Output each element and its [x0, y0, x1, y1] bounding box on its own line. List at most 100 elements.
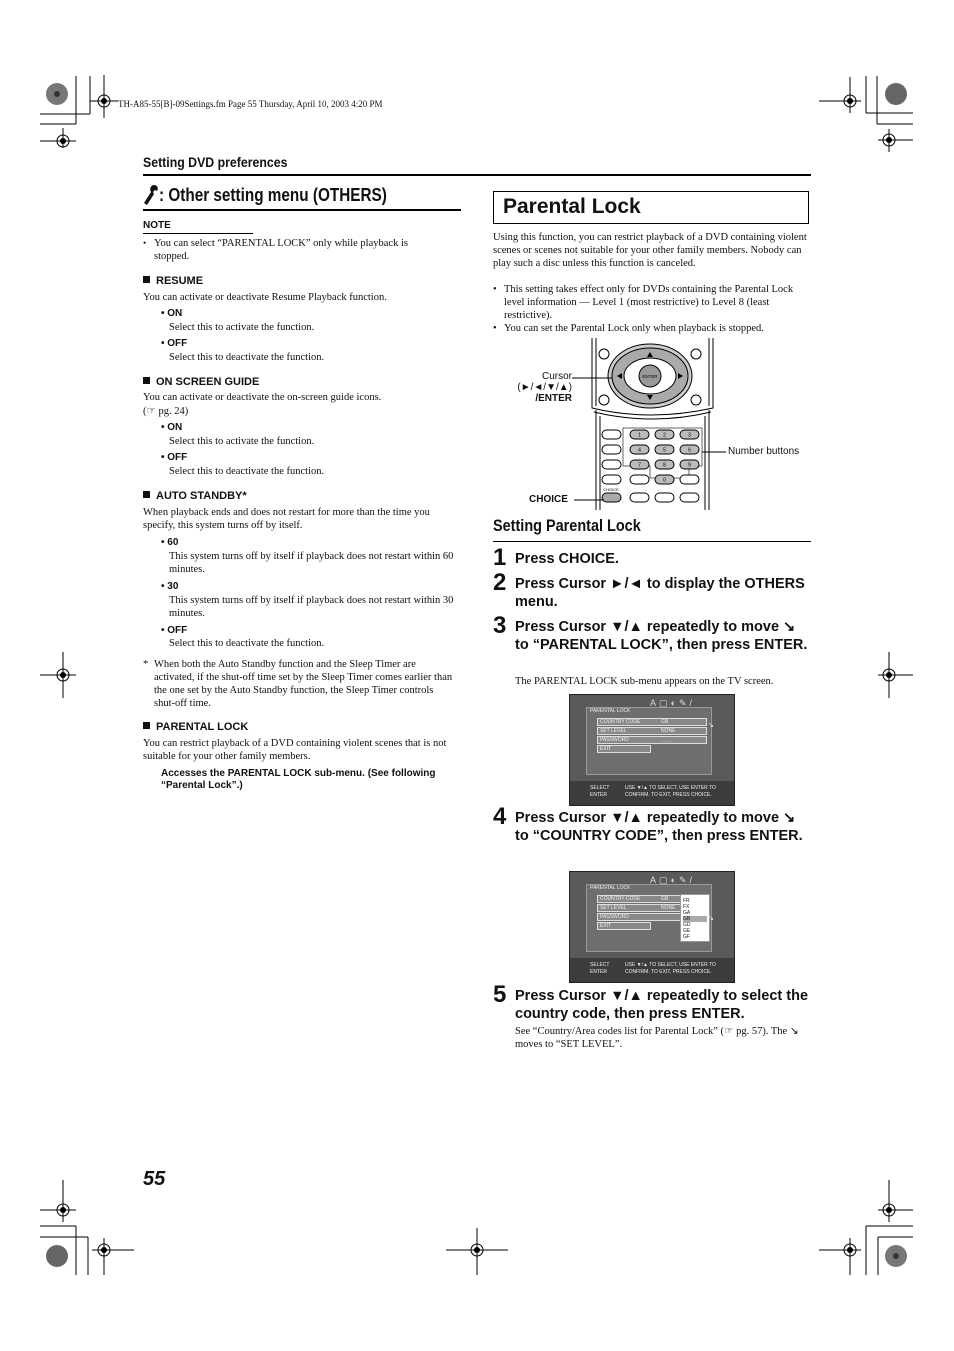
parental-lock-title-box: Parental Lock — [493, 191, 809, 224]
tv-row-exit: EXIT — [597, 745, 651, 753]
autostandby-option-30: • 30 — [161, 581, 179, 592]
choice-button-label: CHOICE — [603, 487, 619, 492]
number-button-label: 4 — [638, 448, 641, 454]
resume-option-off-desc: Select this to deactivate the function. — [169, 352, 325, 363]
step-number: 2 — [493, 569, 507, 596]
number-button-label: 3 — [688, 433, 691, 439]
resume-desc: You can activate or deactivate Resume Pl… — [143, 292, 387, 303]
number-buttons-label: Number buttons — [728, 446, 800, 457]
number-button-label: 9 — [688, 463, 691, 469]
parental-bullet: • You can set the Parental Lock only when… — [493, 323, 764, 334]
choice-leader-line — [574, 499, 604, 501]
parental-lock-action: Accesses the PARENTAL LOCK sub-menu. (Se… — [161, 768, 436, 791]
tv-row-exit: EXIT — [597, 922, 651, 930]
step-number: 5 — [493, 981, 507, 1008]
step-number: 3 — [493, 612, 507, 639]
others-heading: : Other setting menu (OTHERS) — [143, 184, 427, 206]
cursor-leader-line — [572, 377, 612, 379]
wrench-icon — [144, 185, 158, 205]
cursor-keys-text: (►/◄/▼/▲) — [517, 382, 572, 393]
enter-button-label: ENTER — [642, 374, 658, 379]
step-sub: The PARENTAL LOCK sub-menu appears on th… — [515, 676, 774, 687]
parental-lock-title: PARENTAL LOCK — [156, 721, 249, 733]
autostandby-desc: When playback ends and does not restart … — [143, 507, 430, 531]
parental-intro: Using this function, you can restrict pl… — [493, 232, 807, 269]
tv-menu-icons: A▢◐✎/ — [650, 698, 695, 708]
resume-option-on-desc: Select this to activate the function. — [169, 322, 315, 333]
step-text: Press Cursor ▼/▲ repeatedly to select th… — [515, 988, 809, 1022]
number-button-label: 6 — [688, 448, 691, 454]
autostandby-option-off-desc: Select this to deactivate the function. — [169, 638, 325, 649]
number-button-label: 7 — [638, 463, 641, 469]
parental-bullet-text: You can set the Parental Lock only when … — [504, 323, 764, 334]
resume-option-on: • ON — [161, 308, 183, 319]
osg-option-off-desc: Select this to deactivate the function. — [169, 466, 325, 477]
note-text: You can select “PARENTAL LOCK” only whil… — [154, 238, 408, 262]
section-header: Setting DVD preferences — [143, 154, 288, 170]
osg-option-on-desc: Select this to activate the function. — [169, 436, 315, 447]
number-button-label: 5 — [663, 448, 666, 454]
section-rule — [143, 174, 811, 176]
cursor-label: Cursor (►/◄/▼/▲) /ENTER — [510, 371, 572, 404]
note-rule — [143, 233, 253, 234]
footnote-text: When both the Auto Standby function and … — [154, 659, 453, 709]
step-number: 1 — [493, 544, 507, 571]
autostandby-option-30-desc: This system turns off by itself if playb… — [169, 595, 454, 619]
tv-footer-left: SELECT ENTER — [590, 785, 610, 798]
autostandby-option-60: • 60 — [161, 537, 179, 548]
autostandby-option-60-desc: This system turns off by itself if playb… — [169, 551, 454, 575]
parental-bullet-text: This setting takes effect only for DVDs … — [504, 284, 794, 321]
step-text: Press Cursor ▼/▲ repeatedly to move ↘ to… — [515, 619, 808, 653]
note-label: NOTE — [143, 220, 171, 231]
osg-title: ON SCREEN GUIDE — [156, 376, 260, 388]
tv-screen-parental-lock-menu: PARENTAL LOCK COUNTRY CODE GB SET LEVEL NO… — [569, 694, 735, 806]
number-leader-line — [702, 451, 726, 453]
setting-rule — [493, 541, 811, 542]
number-button-label: 2 — [663, 433, 666, 439]
osg-heading: ON SCREEN GUIDE — [143, 376, 259, 388]
others-title: : Other setting menu (OTHERS) — [159, 184, 387, 205]
pointer-icon: ↘ — [708, 915, 714, 922]
tv-menu-title: PARENTAL LOCK — [590, 708, 631, 714]
tv-menu-title: PARENTAL LOCK — [590, 885, 631, 891]
setting-parental-lock-heading: Setting Parental Lock — [493, 516, 667, 536]
tv-footer-message: USE ▼/▲ TO SELECT, USE ENTER TO CONFIRM.… — [625, 962, 716, 975]
number-button-label: 0 — [663, 478, 666, 484]
autostandby-option-off: • OFF — [161, 625, 188, 636]
parental-lock-heading: PARENTAL LOCK — [143, 721, 248, 733]
remote-control-illustration: ENTER CHOICE 1 2 3 4 5 6 7 8 9 0 — [591, 338, 714, 510]
tv-footer-left: SELECT ENTER — [590, 962, 610, 975]
note-item: • You can select “PARENTAL LOCK” only wh… — [143, 237, 443, 263]
osg-page-ref: (☞ pg. 24) — [143, 406, 189, 417]
tv-footer-message: USE ▼/▲ TO SELECT, USE ENTER TO CONFIRM.… — [625, 785, 716, 798]
tv-row-level: SET LEVEL NONE — [597, 727, 707, 735]
setting-parental-lock-title: Setting Parental Lock — [493, 516, 641, 535]
tv-menu-icons: A▢◐✎/ — [650, 875, 695, 885]
page-number: 55 — [143, 1168, 166, 1190]
number-button-label: 1 — [638, 433, 641, 439]
cursor-label-text: Cursor — [541, 371, 572, 382]
enter-label-text: /ENTER — [535, 393, 572, 404]
tv-row-country: COUNTRY CODE GB — [597, 718, 707, 726]
pointer-icon: ↘ — [708, 722, 714, 729]
parental-lock-box-title: Parental Lock — [503, 195, 641, 218]
parental-bullet: • This setting takes effect only for DVDs… — [493, 283, 809, 322]
step-text: Press Cursor ►/◄ to display the OTHERS m… — [515, 576, 805, 610]
autostandby-title: AUTO STANDBY* — [156, 490, 247, 502]
choice-label: CHOICE — [529, 494, 568, 505]
resume-title: RESUME — [156, 275, 204, 287]
step-sub: See “Country/Area codes list for Parenta… — [515, 1026, 799, 1050]
osg-option-off: • OFF — [161, 452, 188, 463]
resume-option-off: • OFF — [161, 338, 188, 349]
others-rule — [143, 209, 461, 211]
file-meta-line: TH-A85-55[B]-09Settings.fm Page 55 Thurs… — [118, 99, 383, 109]
autostandby-heading: AUTO STANDBY* — [143, 490, 247, 502]
resume-heading: RESUME — [143, 275, 203, 287]
osg-option-on: • ON — [161, 422, 183, 433]
tv-row-password: PASSWORD - - - - — [597, 736, 707, 745]
country-code-option: GF — [683, 934, 690, 940]
step-text: Press Cursor ▼/▲ repeatedly to move ↘ to… — [515, 810, 803, 844]
osg-desc: You can activate or deactivate the on-sc… — [143, 392, 382, 403]
country-code-dropdown: FR FX GA GB GD GE GF — [680, 894, 710, 942]
step-number: 4 — [493, 803, 507, 830]
